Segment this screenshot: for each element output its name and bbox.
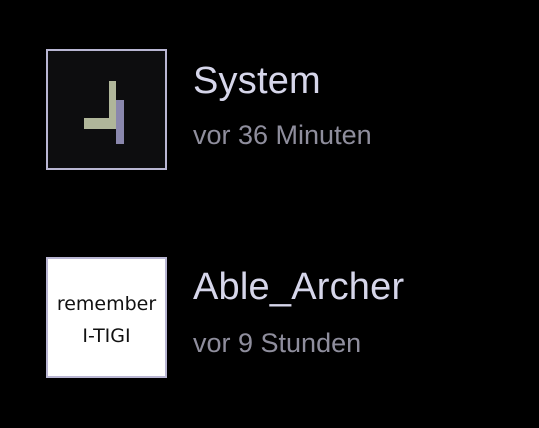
conversation-title: Able_Archer (193, 266, 405, 308)
avatar-text-line-1: remember (56, 293, 157, 315)
conversation-item-system[interactable]: System vor 36 Minuten (0, 40, 539, 180)
conversation-list: System vor 36 Minuten remember I-TIGI Ab… (0, 0, 539, 428)
conversation-title: System (193, 60, 321, 102)
conversation-timestamp: vor 36 Minuten (193, 120, 372, 150)
avatar-text-line-2: I-TIGI (82, 325, 131, 347)
system-logo-icon (84, 81, 124, 144)
avatar[interactable] (46, 49, 167, 170)
avatar[interactable]: remember I-TIGI (46, 257, 167, 378)
conversation-item-able-archer[interactable]: remember I-TIGI Able_Archer vor 9 Stunde… (0, 248, 539, 388)
conversation-timestamp: vor 9 Stunden (193, 328, 362, 358)
